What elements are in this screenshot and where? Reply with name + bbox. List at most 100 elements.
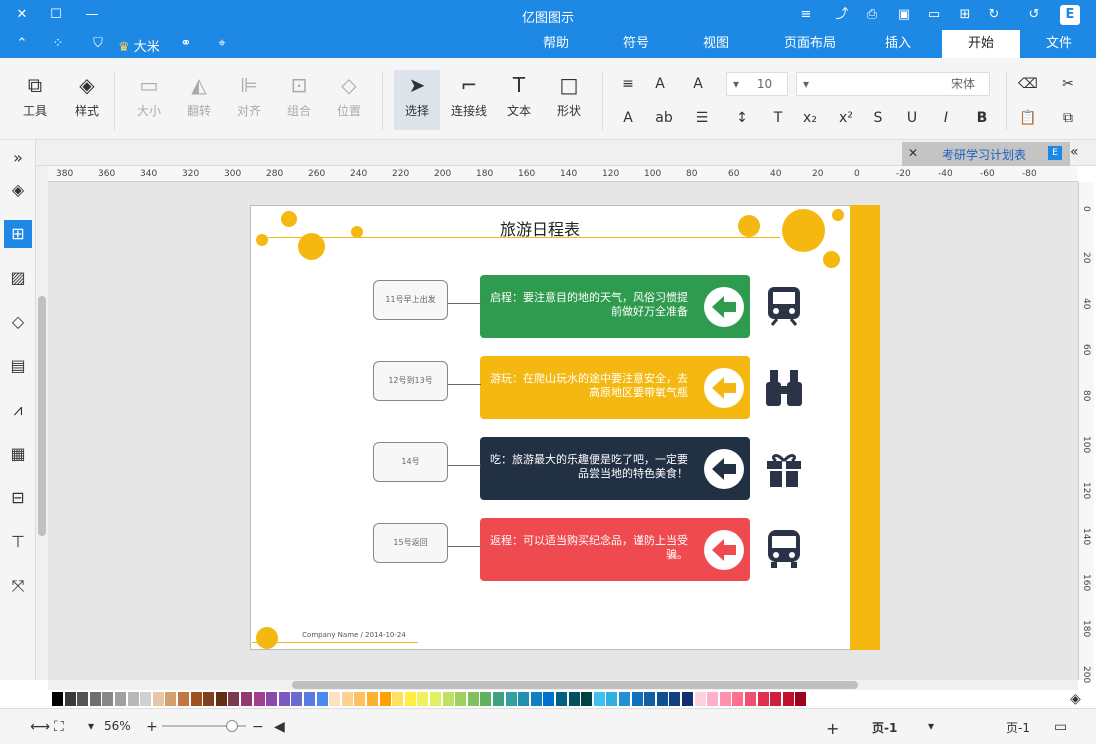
- color-swatch[interactable]: [354, 692, 366, 706]
- tab-home[interactable]: 开始: [942, 30, 1020, 58]
- horizontal-scrollbar[interactable]: [48, 680, 1078, 690]
- settings-icon[interactable]: ⌖: [212, 34, 232, 54]
- color-swatch[interactable]: [631, 692, 643, 706]
- fill-bucket-icon[interactable]: ◈: [1070, 691, 1081, 707]
- color-swatch[interactable]: [530, 692, 542, 706]
- color-swatch[interactable]: [682, 692, 693, 706]
- vertical-scrollbar[interactable]: [36, 166, 48, 680]
- connector-button[interactable]: ⌐ 连接线: [446, 70, 492, 130]
- color-swatch[interactable]: [304, 692, 315, 706]
- paste-icon[interactable]: 📋: [1016, 106, 1040, 130]
- redo-icon[interactable]: ↻: [984, 5, 1004, 25]
- new-icon[interactable]: ⊞: [955, 5, 975, 25]
- color-swatch[interactable]: [757, 692, 769, 706]
- color-swatch[interactable]: [178, 692, 189, 706]
- tab-help[interactable]: 帮助: [530, 30, 582, 58]
- align-button[interactable]: ⊫ 对齐: [226, 70, 272, 130]
- tools-button[interactable]: ⧉ 工具: [12, 70, 58, 130]
- schedule-row[interactable]: 吃：旅游最大的乐趣便是吃了吧，一定要品尝当地的特色美食！: [480, 437, 750, 500]
- zoom-level[interactable]: 56%: [104, 719, 131, 733]
- zoom-slider-handle[interactable]: [226, 720, 238, 732]
- color-swatch[interactable]: [455, 692, 467, 706]
- fit-width-icon[interactable]: ⟷: [30, 719, 50, 735]
- color-swatch[interactable]: [493, 692, 504, 706]
- format-icon[interactable]: ⊤: [4, 528, 32, 556]
- horizontal-scroll-thumb[interactable]: [292, 681, 858, 689]
- page-tab[interactable]: 页-1: [872, 719, 897, 736]
- color-swatch[interactable]: [694, 692, 706, 706]
- color-swatch[interactable]: [367, 692, 378, 706]
- color-swatch[interactable]: [379, 692, 391, 706]
- save-icon[interactable]: ▣: [894, 5, 914, 25]
- position-button[interactable]: ◇ 位置: [326, 70, 372, 130]
- color-swatch[interactable]: [669, 692, 681, 706]
- cut-icon[interactable]: ✂: [1056, 72, 1080, 96]
- color-swatch[interactable]: [619, 692, 630, 706]
- color-swatch[interactable]: [316, 692, 328, 706]
- italic-icon[interactable]: I: [934, 106, 958, 130]
- color-swatch[interactable]: [719, 692, 731, 706]
- color-swatch[interactable]: [581, 692, 593, 706]
- color-swatch[interactable]: [543, 692, 555, 706]
- color-swatch[interactable]: [52, 692, 63, 706]
- menu-icon[interactable]: ≡: [796, 5, 816, 25]
- color-swatch[interactable]: [152, 692, 164, 706]
- undo-icon[interactable]: ↺: [1024, 5, 1044, 25]
- image-icon[interactable]: ▨: [4, 264, 32, 292]
- collapse-icon[interactable]: ⌃: [12, 34, 32, 54]
- color-swatch[interactable]: [127, 692, 139, 706]
- group-button[interactable]: ⊡ 组合: [276, 70, 322, 130]
- color-swatch[interactable]: [556, 692, 567, 706]
- color-swatch[interactable]: [568, 692, 580, 706]
- shape-button[interactable]: □ 形状: [546, 70, 592, 130]
- color-swatch[interactable]: [266, 692, 278, 706]
- color-swatch[interactable]: [467, 692, 479, 706]
- select-button[interactable]: ➤ 选择: [394, 70, 440, 130]
- paragraph-icon[interactable]: ≡: [616, 72, 640, 96]
- color-swatch[interactable]: [89, 692, 101, 706]
- color-swatch[interactable]: [770, 692, 782, 706]
- color-swatch[interactable]: [203, 692, 215, 706]
- note-callout[interactable]: 11号早上出发: [373, 280, 448, 320]
- size-button[interactable]: ▭ 大小: [126, 70, 172, 130]
- format-painter-icon[interactable]: ⌫: [1016, 72, 1040, 96]
- color-swatch[interactable]: [165, 692, 177, 706]
- color-swatch[interactable]: [228, 692, 240, 706]
- font-increase-icon[interactable]: A: [686, 72, 710, 96]
- copy-icon[interactable]: ⧉: [1056, 106, 1080, 130]
- shirt-icon[interactable]: ⛉: [88, 34, 108, 54]
- color-swatch[interactable]: [115, 692, 126, 706]
- color-swatch[interactable]: [795, 692, 807, 706]
- color-swatch[interactable]: [404, 692, 416, 706]
- color-swatch[interactable]: [505, 692, 517, 706]
- note-callout[interactable]: 12号到13号: [373, 361, 448, 401]
- note-callout[interactable]: 15号返回: [373, 523, 448, 563]
- font-size-select[interactable]: ▾ 10: [726, 72, 788, 96]
- color-swatch[interactable]: [140, 692, 152, 706]
- color-swatch[interactable]: [644, 692, 656, 706]
- color-swatch[interactable]: [782, 692, 794, 706]
- color-swatch[interactable]: [102, 692, 114, 706]
- schedule-row[interactable]: 游玩：在爬山玩水的途中要注意安全，去高原地区要带氧气瓶: [480, 356, 750, 419]
- color-swatch[interactable]: [215, 692, 227, 706]
- font-name-select[interactable]: ▾ 宋体: [796, 72, 990, 96]
- print-icon[interactable]: ⎙: [862, 5, 882, 25]
- text-button[interactable]: T 文本: [496, 70, 542, 130]
- color-swatch[interactable]: [430, 692, 441, 706]
- layers-icon[interactable]: ◇: [4, 308, 32, 336]
- list-icon[interactable]: ☰: [690, 106, 714, 130]
- color-swatch[interactable]: [442, 692, 454, 706]
- flip-button[interactable]: ◭ 翻转: [176, 70, 222, 130]
- color-swatch[interactable]: [64, 692, 76, 706]
- strikethrough-icon[interactable]: S: [866, 106, 890, 130]
- shapes-library-icon[interactable]: ⊞: [4, 220, 32, 248]
- color-swatch[interactable]: [77, 692, 89, 706]
- gallery-icon[interactable]: ⊟: [4, 484, 32, 512]
- color-swatch[interactable]: [745, 692, 756, 706]
- color-swatch[interactable]: [392, 692, 404, 706]
- subscript-icon[interactable]: x₂: [798, 106, 822, 130]
- document-tab[interactable]: ✕ 考研学习计划表 E: [902, 142, 1070, 166]
- zoom-chevron-icon[interactable]: ▾: [88, 719, 94, 733]
- expand-panel-icon[interactable]: »: [4, 144, 32, 172]
- style-button[interactable]: ◈ 样式: [64, 70, 110, 130]
